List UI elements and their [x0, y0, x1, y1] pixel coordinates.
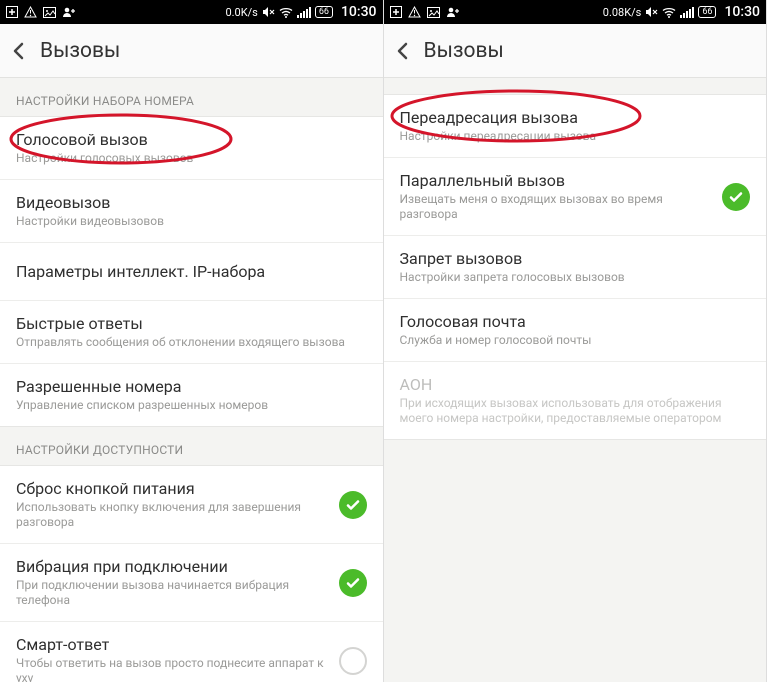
item-sub: Настройки видеовызовов [16, 214, 367, 229]
item-label: Голосовой вызов [16, 130, 357, 149]
item-parallel-call[interactable]: Параллельный вызов Извещать меня о входя… [384, 158, 767, 236]
plus-box-icon [390, 6, 402, 18]
signal-icon [297, 7, 311, 18]
back-icon[interactable] [8, 40, 30, 62]
item-sub: При подключении вызова начинается вибрац… [16, 578, 329, 608]
plus-box-icon [6, 6, 18, 18]
toggle-vibrate[interactable] [339, 569, 367, 597]
item-label: Голосовая почта [400, 312, 751, 331]
mute-icon [262, 6, 275, 18]
image-icon [43, 7, 56, 18]
item-vibrate-connect[interactable]: Вибрация при подключении При подключении… [0, 544, 383, 622]
section-accessibility: НАСТРОЙКИ ДОСТУПНОСТИ [0, 427, 383, 465]
toggle-smart-answer[interactable] [339, 647, 367, 675]
toggle-power-end[interactable] [339, 491, 367, 519]
screen-right: 0.08K/s 66 10:30 Вызовы Переадресация вы… [384, 0, 767, 682]
image-icon [427, 7, 440, 18]
page-title: Вызовы [424, 39, 504, 63]
item-label: Видеовызов [16, 193, 367, 212]
item-power-end-call[interactable]: Сброс кнопкой питания Использовать кнопк… [0, 466, 383, 544]
clock: 10:30 [724, 4, 760, 20]
item-smart-answer[interactable]: Смарт-ответ Чтобы ответить на вызов прос… [0, 622, 383, 682]
item-label: Вибрация при подключении [16, 557, 329, 576]
data-speed: 0.08K/s [603, 6, 642, 19]
list-accessibility: Сброс кнопкой питания Использовать кнопк… [0, 465, 383, 682]
warning-icon [24, 6, 37, 18]
toggle-parallel[interactable] [722, 183, 750, 211]
add-user-icon [446, 6, 460, 18]
item-label: Смарт-ответ [16, 635, 329, 654]
add-user-icon [62, 6, 76, 18]
item-sub: Использовать кнопку включения для заверш… [16, 500, 329, 530]
screen-left: 0.0K/s 66 10:30 Вызовы НАСТРОЙКИ НАБОРА … [0, 0, 384, 682]
item-label: Параллельный вызов [400, 171, 713, 190]
mute-icon [645, 6, 658, 18]
item-video-call[interactable]: Видеовызов Настройки видеовызовов [0, 180, 383, 243]
wifi-icon [279, 7, 293, 18]
item-sub: Чтобы ответить на вызов просто поднесите… [16, 656, 329, 682]
item-label: Быстрые ответы [16, 314, 367, 333]
clock: 10:30 [341, 4, 377, 20]
warning-icon [408, 6, 421, 18]
item-voice-call[interactable]: Голосовой вызов Настройки голосовых вызо… [0, 117, 383, 180]
item-voicemail[interactable]: Голосовая почта Служба и номер голосовой… [384, 299, 767, 362]
item-label: Параметры интеллект. IP-набора [16, 256, 367, 287]
status-bar: 0.0K/s 66 10:30 [0, 0, 383, 24]
item-sub: Управление списком разрешенных номеров [16, 398, 367, 413]
data-speed: 0.0K/s [225, 6, 257, 19]
item-call-forwarding[interactable]: Переадресация вызова Настройки переадрес… [384, 95, 767, 158]
item-label: Запрет вызовов [400, 249, 751, 268]
item-caller-id: АОН При исходящих вызовах использовать д… [384, 362, 767, 439]
item-sub: Отправлять сообщения об отклонении входя… [16, 335, 367, 350]
item-label: Переадресация вызова [400, 108, 741, 127]
item-sub: Извещать меня о входящих вызовах во врем… [400, 192, 713, 222]
item-sub: Служба и номер голосовой почты [400, 333, 751, 348]
item-quick-responses[interactable]: Быстрые ответы Отправлять сообщения об о… [0, 301, 383, 364]
list-call-options: Переадресация вызова Настройки переадрес… [384, 94, 767, 440]
wifi-icon [662, 7, 676, 18]
item-label: Сброс кнопкой питания [16, 479, 329, 498]
item-sub: Настройки запрета голосовых вызовов [400, 270, 751, 285]
battery-indicator: 66 [698, 6, 716, 18]
back-icon[interactable] [392, 40, 414, 62]
signal-icon [680, 7, 694, 18]
list-dial-settings: Голосовой вызов Настройки голосовых вызо… [0, 116, 383, 427]
item-call-barring[interactable]: Запрет вызовов Настройки запрета голосов… [384, 236, 767, 299]
item-sub: Настройки голосовых вызовов [16, 151, 357, 166]
page-title: Вызовы [40, 39, 120, 63]
app-header: Вызовы [384, 24, 767, 78]
section-dial-settings: НАСТРОЙКИ НАБОРА НОМЕРА [0, 78, 383, 116]
battery-indicator: 66 [315, 6, 333, 18]
item-label: АОН [400, 375, 751, 394]
item-ip-dial[interactable]: Параметры интеллект. IP-набора [0, 243, 383, 301]
status-bar: 0.08K/s 66 10:30 [384, 0, 767, 24]
item-sub: При исходящих вызовах использовать для о… [400, 396, 751, 426]
app-header: Вызовы [0, 24, 383, 78]
item-allowed-numbers[interactable]: Разрешенные номера Управление списком ра… [0, 364, 383, 426]
item-label: Разрешенные номера [16, 377, 367, 396]
item-sub: Настройки переадресации вызова [400, 129, 741, 144]
